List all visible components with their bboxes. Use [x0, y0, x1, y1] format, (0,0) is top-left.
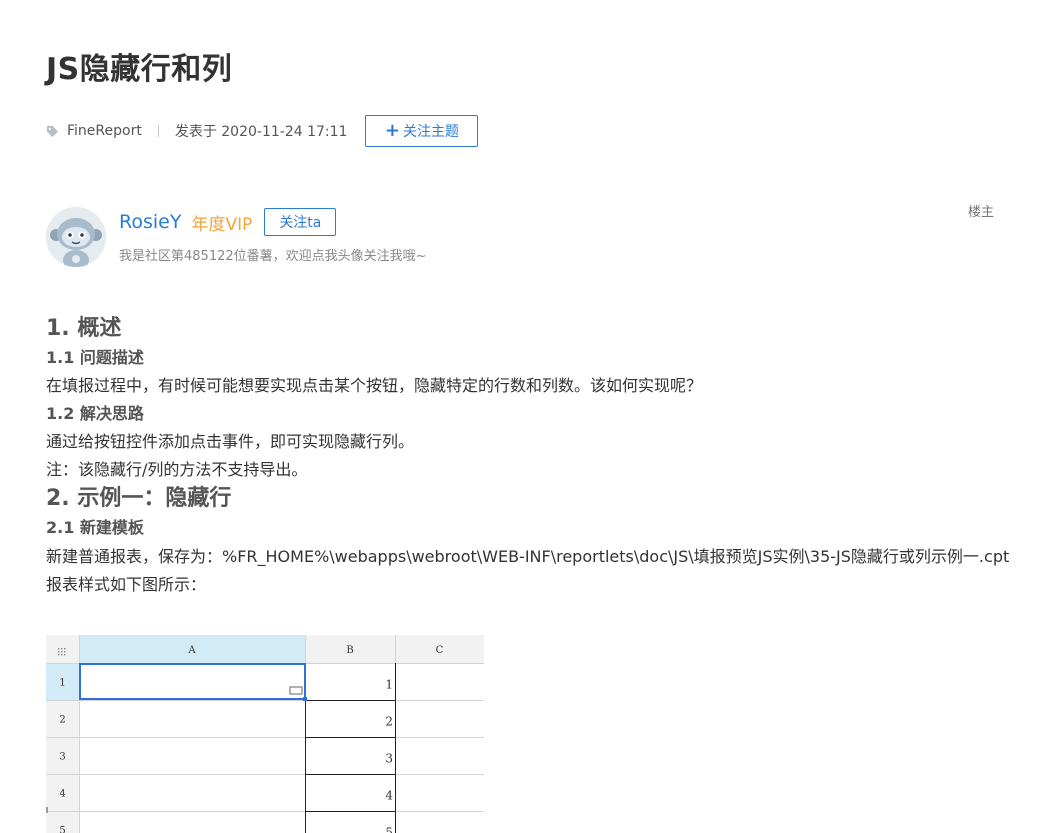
selection-handle	[303, 697, 307, 701]
selected-cell	[79, 663, 306, 700]
paragraph: 通过给按钮控件添加点击事件，即可实现隐藏行列。	[46, 432, 415, 451]
corner-grip-dot	[64, 651, 66, 653]
plus-icon: +	[384, 120, 400, 141]
subsection-heading: 1.2 解决思路	[46, 404, 144, 423]
post-content: 1. 概述 1.1 问题描述 在填报过程中，有时候可能想要实现点击某个按钮，隐藏…	[46, 314, 1011, 599]
op-label: 楼主	[968, 205, 995, 220]
subsection-heading: 1.1 问题描述	[46, 348, 144, 367]
cell-value: 3	[385, 752, 393, 766]
post-title: JS隐藏行和列	[46, 52, 233, 87]
corner-grip-dot	[58, 648, 60, 650]
author-signature: 我是社区第485122位番薯，欢迎点我头像关注我哦~	[119, 249, 427, 264]
cell-value: 2	[385, 715, 393, 729]
post-date: 发表于 2020-11-24 17:11	[174, 124, 348, 140]
spreadsheet-screenshot: A B C 1 2 3 4 5 1 2 3 4 5	[46, 635, 484, 833]
row-header-label: 5	[59, 826, 65, 833]
row-header-label: 3	[59, 752, 65, 763]
cell-value: 1	[385, 678, 393, 692]
section-heading: 2. 示例一：隐藏行	[46, 486, 232, 511]
corner-grip-dot	[61, 654, 63, 656]
tag-icon	[46, 125, 59, 137]
corner-grip-dot	[64, 648, 66, 650]
post-meta: FineReport 发表于 2020-11-24 17:11 + 关注主题	[46, 114, 479, 148]
caption: 报表样式如下图所示：	[46, 575, 207, 594]
column-header-label: A	[187, 645, 196, 656]
meta-divider	[157, 125, 159, 137]
corner-grip-dot	[61, 651, 63, 653]
author-line: RosieY 年度VIP 关注ta	[119, 208, 337, 236]
corner-grip-dot	[58, 654, 60, 656]
cell-widget-icon	[289, 686, 303, 695]
row-header-label: 2	[59, 715, 65, 726]
section-heading: 1. 概述	[46, 316, 122, 341]
subsection-heading: 2.1 新建模板	[46, 518, 144, 537]
vip-badge: 年度VIP	[191, 214, 253, 235]
author-name[interactable]: RosieY	[119, 211, 181, 233]
follow-topic-label: 关注主题	[402, 124, 459, 140]
row-header-label: 4	[59, 789, 65, 800]
note-paragraph: 注：该隐藏行/列的方法不支持导出。	[46, 460, 308, 479]
cell-value: 4	[385, 789, 393, 803]
scroll-marker	[46, 807, 48, 813]
spreadsheet-grid: A B C 1 2 3 4 5 1 2 3 4 5	[46, 635, 484, 833]
follow-topic-button[interactable]: + 关注主题	[365, 115, 479, 147]
category-link[interactable]: FineReport	[67, 123, 142, 139]
avatar[interactable]	[46, 207, 106, 267]
paragraph: 新建普通报表，保存为：%FR_HOME%\webapps\webroot\WEB…	[46, 547, 1010, 566]
column-header-label: B	[346, 645, 353, 656]
corner-grip-dot	[58, 651, 60, 653]
corner-grip-dot	[61, 648, 63, 650]
robot-avatar	[46, 207, 106, 267]
paragraph: 在填报过程中，有时候可能想要实现点击某个按钮，隐藏特定的行数和列数。该如何实现呢…	[46, 376, 703, 395]
follow-author-button[interactable]: 关注ta	[264, 208, 337, 236]
corner-grip-dot	[64, 654, 66, 656]
column-header-label: C	[436, 645, 444, 656]
row-header-label: 1	[59, 678, 65, 689]
cell-value: 5	[385, 826, 393, 833]
